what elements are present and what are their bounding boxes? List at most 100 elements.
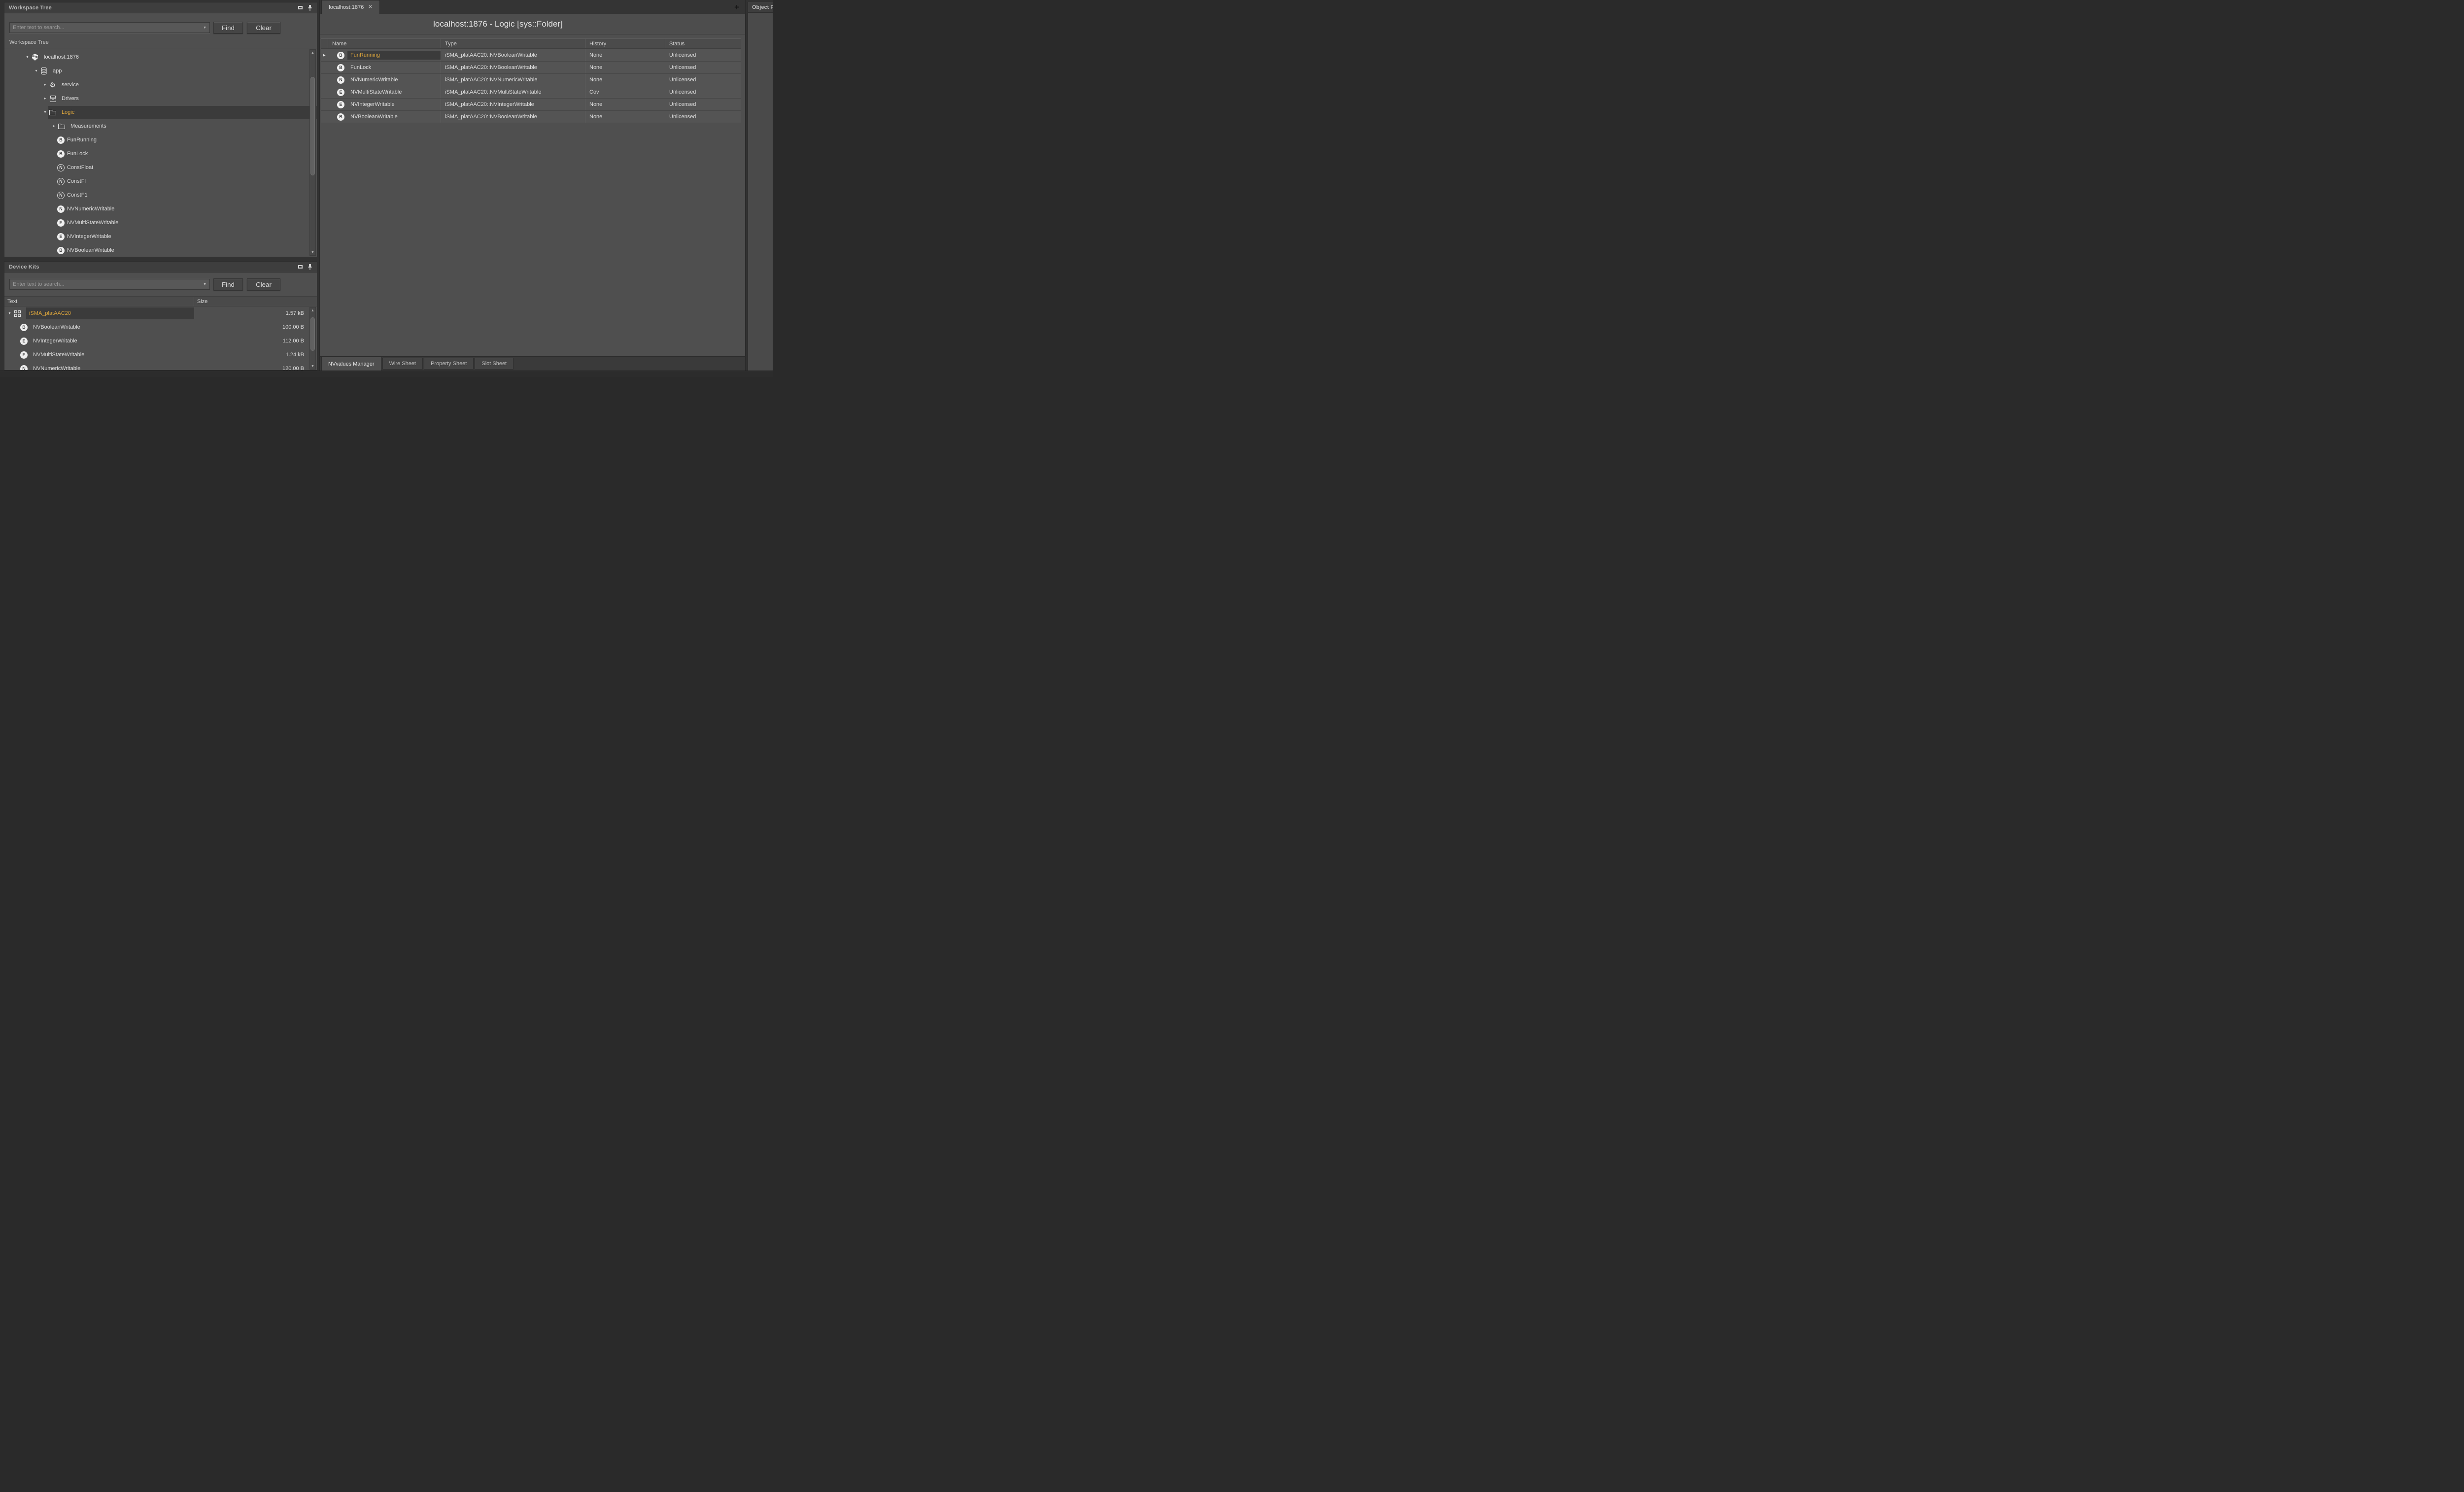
cell-status: Unlicensed bbox=[665, 111, 741, 123]
tree-node-nvmultistatewritable[interactable]: E NVMultiStateWritable bbox=[4, 216, 317, 230]
find-button[interactable]: Find bbox=[213, 22, 243, 34]
tree-node-app[interactable]: ▾ app bbox=[4, 64, 317, 78]
table-row-nvmultistatewritable[interactable]: E NVMultiStateWritable iSMA_platAAC20::N… bbox=[321, 86, 741, 99]
tab-slot-sheet[interactable]: Slot Sheet bbox=[475, 358, 513, 370]
kit-row-nvintegerwritable[interactable]: E NVIntegerWritable 112.00 B bbox=[4, 334, 317, 348]
tab-wire-sheet[interactable]: Wire Sheet bbox=[382, 358, 423, 370]
workspace-search-combo[interactable]: ▼ bbox=[9, 22, 210, 33]
kit-row-label: NVIntegerWritable bbox=[30, 335, 80, 347]
restore-window-icon[interactable] bbox=[296, 4, 304, 11]
tree-node-label: service bbox=[59, 82, 79, 88]
kit-row-isma-plataac20[interactable]: ▾ iSMA_platAAC20 1.57 kB bbox=[4, 306, 317, 320]
cell-type: iSMA_platAAC20::NVBooleanWritable bbox=[441, 49, 585, 61]
panel-title: Workspace Tree bbox=[9, 5, 294, 11]
clear-button[interactable]: Clear bbox=[247, 22, 280, 34]
folder-icon bbox=[58, 122, 66, 130]
tree-node-funlock[interactable]: B FunLock bbox=[4, 147, 317, 161]
chevron-down-icon[interactable]: ▾ bbox=[42, 110, 48, 114]
combo-dropdown-icon[interactable]: ▼ bbox=[203, 26, 206, 30]
cell-status: Unlicensed bbox=[665, 99, 741, 110]
scrollbar-thumb[interactable] bbox=[310, 317, 315, 351]
chevron-right-icon[interactable]: ▸ bbox=[42, 83, 48, 87]
tree-node-label: FunLock bbox=[65, 151, 88, 157]
device-kits-scrollbar[interactable]: ▲ ▼ bbox=[309, 307, 316, 370]
tree-node-nvnumericwritable[interactable]: N NVNumericWritable bbox=[4, 202, 317, 216]
chevron-right-icon[interactable]: ▸ bbox=[51, 124, 57, 128]
tree-node-label: Drivers bbox=[59, 96, 79, 102]
device-kits-search-combo[interactable]: ▼ bbox=[9, 279, 210, 290]
enum-badge-icon: E bbox=[337, 101, 344, 108]
tree-node-constfl[interactable]: N ConstFl bbox=[4, 174, 317, 188]
column-header-history[interactable]: History bbox=[585, 39, 665, 48]
table-row-nvintegerwritable[interactable]: E NVIntegerWritable iSMA_platAAC20::NVIn… bbox=[321, 99, 741, 111]
tree-node-funrunning[interactable]: B FunRunning bbox=[4, 133, 317, 147]
tree-node-nvbooleanwritable[interactable]: B NVBooleanWritable bbox=[4, 243, 317, 257]
column-header-type[interactable]: Type bbox=[441, 39, 585, 48]
cell-type: iSMA_platAAC20::NVIntegerWritable bbox=[441, 99, 585, 110]
workspace-tree-scrollbar[interactable]: ▲ ▼ bbox=[309, 49, 316, 256]
clear-button[interactable]: Clear bbox=[247, 278, 280, 290]
tree-node-nvintegerwritable[interactable]: E NVIntegerWritable bbox=[4, 230, 317, 243]
combo-dropdown-icon[interactable]: ▼ bbox=[203, 283, 206, 286]
tab-label: localhost:1876 bbox=[329, 4, 364, 10]
pin-icon[interactable] bbox=[306, 4, 314, 11]
table-row-nvbooleanwritable[interactable]: B NVBooleanWritable iSMA_platAAC20::NVBo… bbox=[321, 111, 741, 123]
scrollbar-thumb[interactable] bbox=[310, 77, 315, 175]
cell-history: None bbox=[585, 49, 665, 61]
tree-node-localhost[interactable]: ▾ localhost:1876 bbox=[4, 50, 317, 64]
workspace-tree: ▾ localhost:1876 ▾ app ▸ ⚙ service bbox=[4, 48, 317, 257]
pin-icon[interactable] bbox=[306, 264, 314, 271]
scroll-up-icon[interactable]: ▲ bbox=[310, 50, 315, 56]
main-view: localhost:1876 ✕ + localhost:1876 - Logi… bbox=[319, 0, 746, 371]
chevron-down-icon[interactable]: ▾ bbox=[33, 69, 39, 73]
tree-node-label: localhost:1876 bbox=[41, 54, 79, 60]
tree-node-label: Logic bbox=[59, 109, 74, 115]
chevron-down-icon[interactable]: ▾ bbox=[24, 55, 31, 59]
column-header-name[interactable]: Name bbox=[328, 39, 441, 48]
kit-row-label: NVNumericWritable bbox=[30, 363, 83, 370]
kit-row-nvbooleanwritable[interactable]: B NVBooleanWritable 100.00 B bbox=[4, 320, 317, 334]
tab-localhost-1876[interactable]: localhost:1876 ✕ bbox=[321, 0, 380, 14]
tab-nvvalues-manager[interactable]: NVvalues Manager bbox=[321, 357, 381, 371]
close-icon[interactable]: ✕ bbox=[368, 4, 372, 10]
enum-badge-icon: E bbox=[20, 351, 28, 359]
table-row-nvnumericwritable[interactable]: N NVNumericWritable iSMA_platAAC20::NVNu… bbox=[321, 74, 741, 86]
tree-node-constf1[interactable]: N ConstF1 bbox=[4, 188, 317, 202]
cell-name: NVIntegerWritable bbox=[347, 100, 398, 109]
tab-property-sheet[interactable]: Property Sheet bbox=[424, 358, 474, 370]
find-button[interactable]: Find bbox=[213, 278, 243, 290]
scroll-down-icon[interactable]: ▼ bbox=[310, 249, 315, 255]
tree-node-logic[interactable]: ▾ Logic bbox=[4, 105, 317, 119]
chevron-down-icon[interactable]: ▾ bbox=[6, 311, 13, 315]
scroll-up-icon[interactable]: ▲ bbox=[310, 307, 315, 313]
table-row-funrunning[interactable]: ▶ B FunRunning iSMA_platAAC20::NVBoolean… bbox=[321, 49, 741, 62]
view-title: localhost:1876 - Logic [sys::Folder] bbox=[433, 19, 563, 29]
kit-row-nvmultistatewritable[interactable]: E NVMultiStateWritable 1.24 kB bbox=[4, 348, 317, 362]
enum-badge-icon: E bbox=[20, 338, 28, 345]
search-input[interactable] bbox=[10, 279, 209, 289]
device-kits-panel: Device Kits ▼ Find Clear Text Size ▾ bbox=[4, 261, 317, 371]
kit-row-nvnumericwritable[interactable]: N NVNumericWritable 120.00 B bbox=[4, 362, 317, 370]
kit-row-label: iSMA_platAAC20 bbox=[26, 307, 194, 319]
column-header-size[interactable]: Size bbox=[194, 299, 317, 305]
tree-node-label: NVMultiStateWritable bbox=[65, 220, 118, 226]
search-input[interactable] bbox=[10, 23, 209, 33]
tree-node-constfloat[interactable]: N ConstFloat bbox=[4, 161, 317, 174]
panel-title: Device Kits bbox=[9, 264, 294, 270]
table-row-funlock[interactable]: B FunLock iSMA_platAAC20::NVBooleanWrita… bbox=[321, 62, 741, 74]
tree-node-drivers[interactable]: ▸ Drivers bbox=[4, 92, 317, 105]
column-header-text[interactable]: Text bbox=[4, 297, 194, 306]
view-title-bar: localhost:1876 - Logic [sys::Folder] bbox=[320, 14, 745, 34]
scroll-down-icon[interactable]: ▼ bbox=[310, 363, 315, 369]
cell-history: Cov bbox=[585, 86, 665, 98]
tree-node-measurements[interactable]: ▸ Measurements bbox=[4, 119, 317, 133]
tree-node-label: ConstF1 bbox=[65, 192, 88, 198]
device-kits-list: ▾ iSMA_platAAC20 1.57 kB B NVBooleanWrit… bbox=[4, 306, 317, 370]
nv-values-table: Name Type History Status ▶ B FunRunning … bbox=[321, 38, 741, 123]
restore-window-icon[interactable] bbox=[296, 264, 304, 271]
tree-node-label: NVBooleanWritable bbox=[65, 247, 114, 253]
add-tab-icon[interactable]: + bbox=[734, 3, 739, 11]
chevron-right-icon[interactable]: ▸ bbox=[42, 97, 48, 101]
tree-node-service[interactable]: ▸ ⚙ service bbox=[4, 78, 317, 92]
column-header-status[interactable]: Status bbox=[665, 39, 741, 48]
